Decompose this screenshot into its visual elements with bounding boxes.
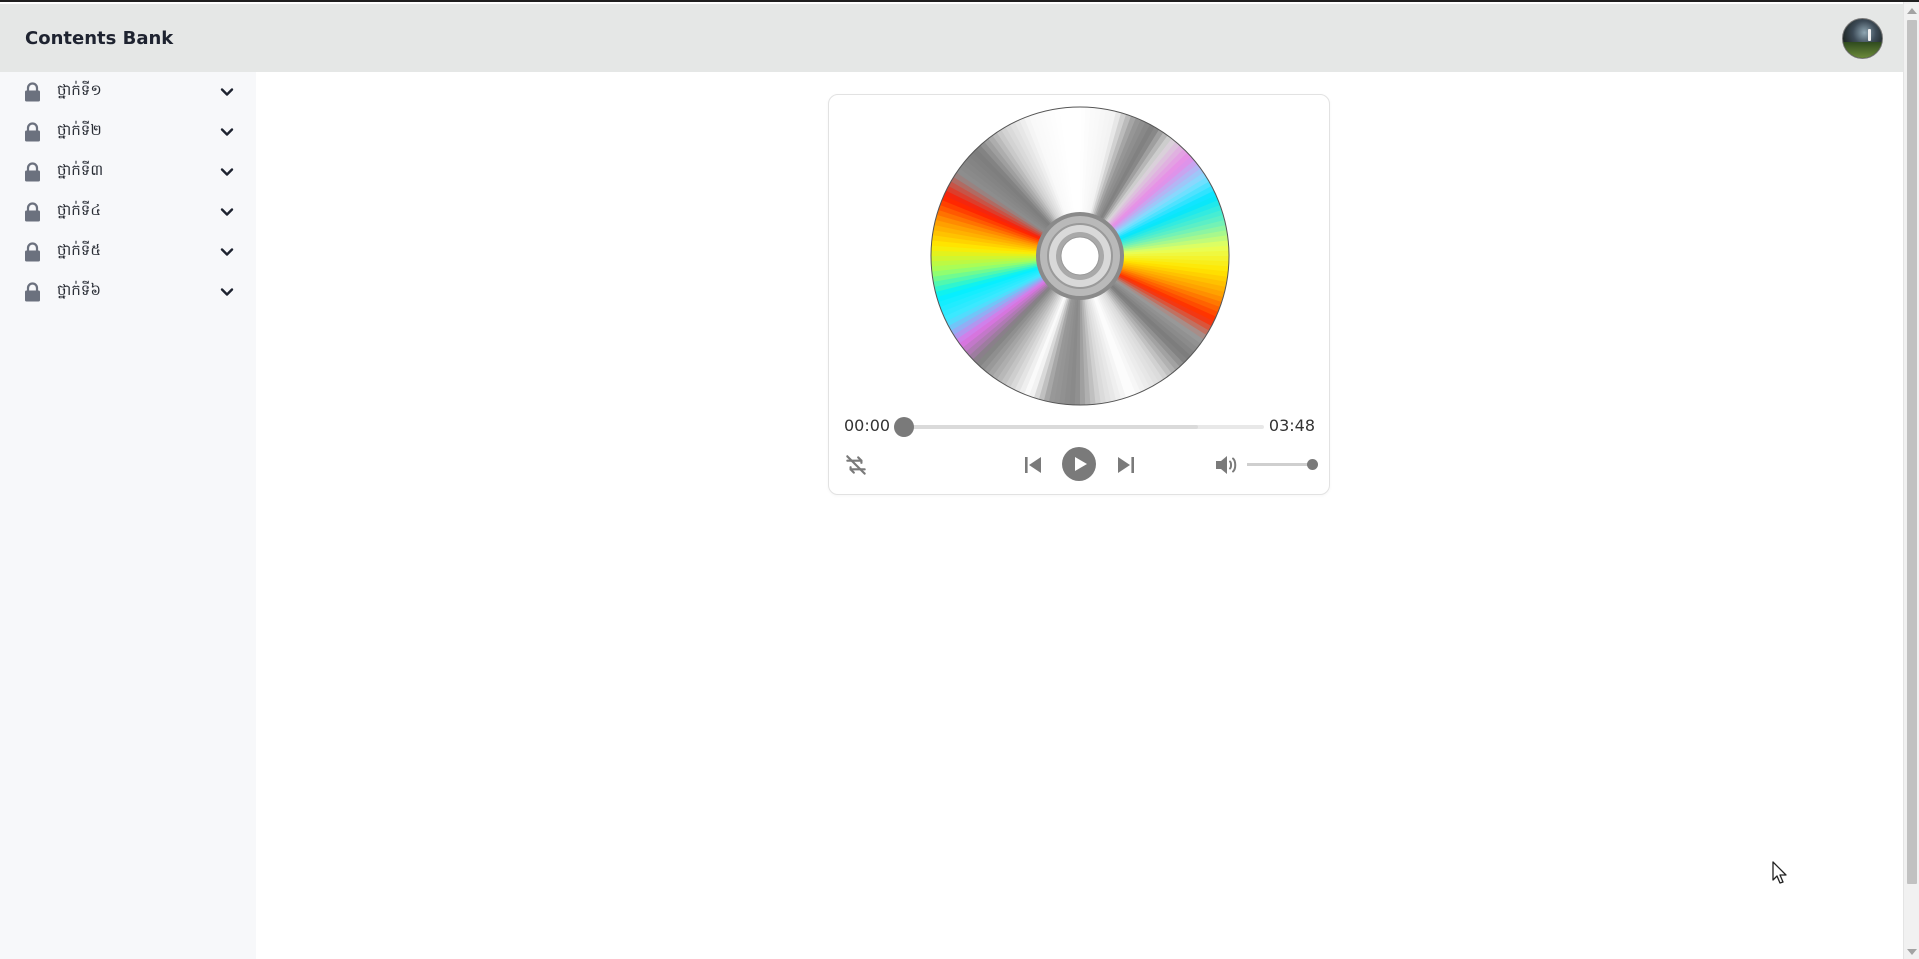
duration-time: 03:48 (1268, 416, 1315, 435)
chevron-down-icon[interactable] (220, 285, 234, 299)
volume-icon[interactable] (1214, 454, 1238, 476)
sidebar-item[interactable]: ថ្នាក់ទី២ (0, 112, 256, 152)
scroll-down-arrow[interactable] (1907, 949, 1917, 955)
sidebar-item-label: ថ្នាក់ទី២ (57, 121, 102, 139)
sidebar-item[interactable]: ថ្នាក់ទី៥ (0, 232, 256, 272)
lock-icon (25, 202, 40, 222)
sidebar-item-label: ថ្នាក់ទី១ (57, 81, 102, 99)
sidebar-item[interactable]: ថ្នាក់ទី១ (0, 72, 256, 112)
buffer-fill (900, 425, 1199, 429)
chevron-down-icon[interactable] (220, 85, 234, 99)
lock-icon (25, 282, 40, 302)
sidebar-item-label: ថ្នាក់ទី៥ (57, 241, 101, 259)
mouse-cursor-icon (1772, 861, 1787, 884)
volume-handle[interactable] (1307, 459, 1318, 470)
sidebar-list: ថ្នាក់ទី១ថ្នាក់ទី២ថ្នាក់ទី៣ថ្នាក់ទី៤ថ្នា… (0, 72, 256, 312)
sidebar-item-label: ថ្នាក់ទី៤ (57, 201, 101, 219)
chevron-down-icon[interactable] (220, 205, 234, 219)
sidebar-item[interactable]: ថ្នាក់ទី៦ (0, 272, 256, 312)
progress-handle[interactable] (894, 417, 914, 437)
audio-player: 00:00 03:48 (828, 94, 1330, 495)
sidebar-item[interactable]: ថ្នាក់ទី៤ (0, 192, 256, 232)
volume-fill (1247, 463, 1313, 466)
scroll-up-arrow[interactable] (1907, 8, 1917, 14)
chevron-down-icon[interactable] (220, 165, 234, 179)
sidebar-item[interactable]: ថ្នាក់ទី៣ (0, 152, 256, 192)
sidebar-item-label: ថ្នាក់ទី៦ (57, 281, 101, 299)
lock-icon (25, 122, 40, 142)
top-header: Contents Bank (0, 4, 1903, 72)
skip-previous-icon[interactable] (1023, 455, 1043, 475)
skip-next-icon[interactable] (1116, 455, 1136, 475)
progress-bar[interactable] (894, 417, 1264, 437)
scroll-thumb[interactable] (1907, 20, 1917, 884)
lock-icon (25, 162, 40, 182)
lock-icon (25, 82, 40, 102)
sidebar: ថ្នាក់ទី១ថ្នាក់ទី២ថ្នាក់ទី៣ថ្នាក់ទី៤ថ្នា… (0, 72, 256, 959)
current-time: 00:00 (844, 416, 891, 435)
play-icon[interactable] (1062, 447, 1096, 481)
repeat-icon[interactable] (843, 452, 869, 478)
chevron-down-icon[interactable] (220, 125, 234, 139)
brand-title[interactable]: Contents Bank (25, 28, 173, 49)
volume-slider[interactable] (1247, 459, 1318, 470)
chevron-down-icon[interactable] (220, 245, 234, 259)
lock-icon (25, 242, 40, 262)
cd-disc-icon (930, 106, 1230, 406)
sidebar-item-label: ថ្នាក់ទី៣ (57, 161, 104, 179)
page-scrollbar[interactable] (1903, 2, 1919, 959)
user-avatar[interactable] (1842, 17, 1883, 59)
